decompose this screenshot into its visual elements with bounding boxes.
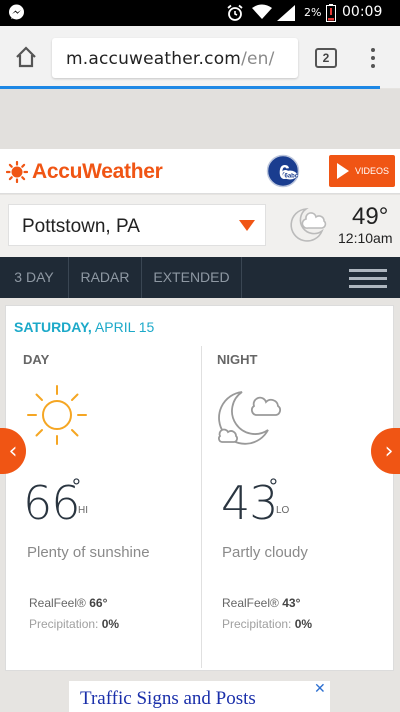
tab-3-day[interactable]: 3 DAY [0,257,69,298]
battery-percent: 2% [304,6,322,19]
forecast-card: SATURDAY, APRIL 15 DAY 66 ° HI Plenty of… [5,305,394,671]
ad-banner[interactable]: Traffic Signs and Posts ✕ [69,681,330,712]
tab-extended[interactable]: EXTENDED [142,257,242,298]
tab-switcher-button[interactable]: 2 [315,48,337,68]
chevron-down-icon [239,220,255,231]
forecast-nav: 3 DAY RADAR EXTENDED [0,257,400,298]
play-icon [337,163,349,179]
night-label: NIGHT [217,352,258,367]
url-text[interactable]: m.accuweather.com/en/ [66,49,288,69]
night-precipitation: Precipitation: 0% [222,617,312,631]
day-night-divider [201,346,202,668]
night-realfeel: RealFeel® 43° [222,596,300,610]
realfeel-label: RealFeel® [29,596,86,610]
status-time: 00:09 [342,4,383,20]
realfeel-label: RealFeel® [222,596,279,610]
abc6-logo[interactable]: 6 6abc [266,154,300,188]
abc-logo-text: 6abc [285,174,299,180]
tab-radar[interactable]: RADAR [69,257,142,298]
night-lo-label: LO [276,505,290,516]
current-time: 12:10am [338,230,393,246]
night-precip-value: 0% [294,617,313,631]
day-precipitation: Precipitation: 0% [29,617,119,631]
site-header: AccuWeather 6 6abc VIDEOS [0,149,400,194]
night-realfeel-value: 43° [282,596,301,610]
url-path: /en/ [241,49,275,69]
partly-cloudy-night-icon [290,207,327,242]
day-degree-symbol: ° [72,474,81,499]
day-realfeel: RealFeel® 66° [29,596,107,610]
browser-toolbar: m.accuweather.com/en/ 2 [0,26,400,88]
precip-label: Precipitation: [29,617,99,631]
day-realfeel-value: 66° [89,596,108,610]
ad-text[interactable]: Traffic Signs and Posts [80,688,256,710]
partly-cloudy-night-icon [218,391,281,445]
day-phrase: Plenty of sunshine [27,544,150,561]
night-degree-symbol: ° [269,474,278,499]
sunny-icon [27,385,87,445]
battery-low-icon [326,4,336,22]
alarm-icon [227,4,243,21]
more-options-icon[interactable] [370,48,376,70]
close-icon[interactable]: ✕ [314,681,326,697]
blank-ad-space [0,89,400,149]
videos-button[interactable]: VIDEOS [329,155,395,187]
wifi-icon [252,4,272,19]
messenger-icon [9,4,24,20]
home-icon[interactable] [14,46,38,68]
status-bar: 2% 00:09 [0,0,400,26]
location-name: Pottstown, PA [22,216,140,237]
day-label: DAY [23,352,50,367]
hamburger-icon[interactable] [349,269,387,293]
videos-label: VIDEOS [355,166,390,176]
signal-icon [277,5,295,21]
forecast-day-date: APRIL 15 [94,319,155,335]
forecast-date: SATURDAY, APRIL 15 [14,319,154,335]
brand-name: AccuWeather [32,160,163,183]
day-precip-value: 0% [101,617,120,631]
night-phrase: Partly cloudy [222,544,308,561]
sun-logo-icon [6,161,28,183]
location-selector[interactable]: Pottstown, PA [8,204,266,246]
precip-label: Precipitation: [222,617,292,631]
address-bar[interactable]: m.accuweather.com/en/ [52,38,298,78]
day-hi-label: HI [78,505,88,516]
url-host: m.accuweather.com [66,49,242,69]
location-bar: Pottstown, PA 49° 12:10am [0,195,400,257]
forecast-weekday: SATURDAY, [14,319,92,335]
current-temperature: 49° [352,203,389,230]
accuweather-logo[interactable]: AccuWeather [6,160,163,184]
